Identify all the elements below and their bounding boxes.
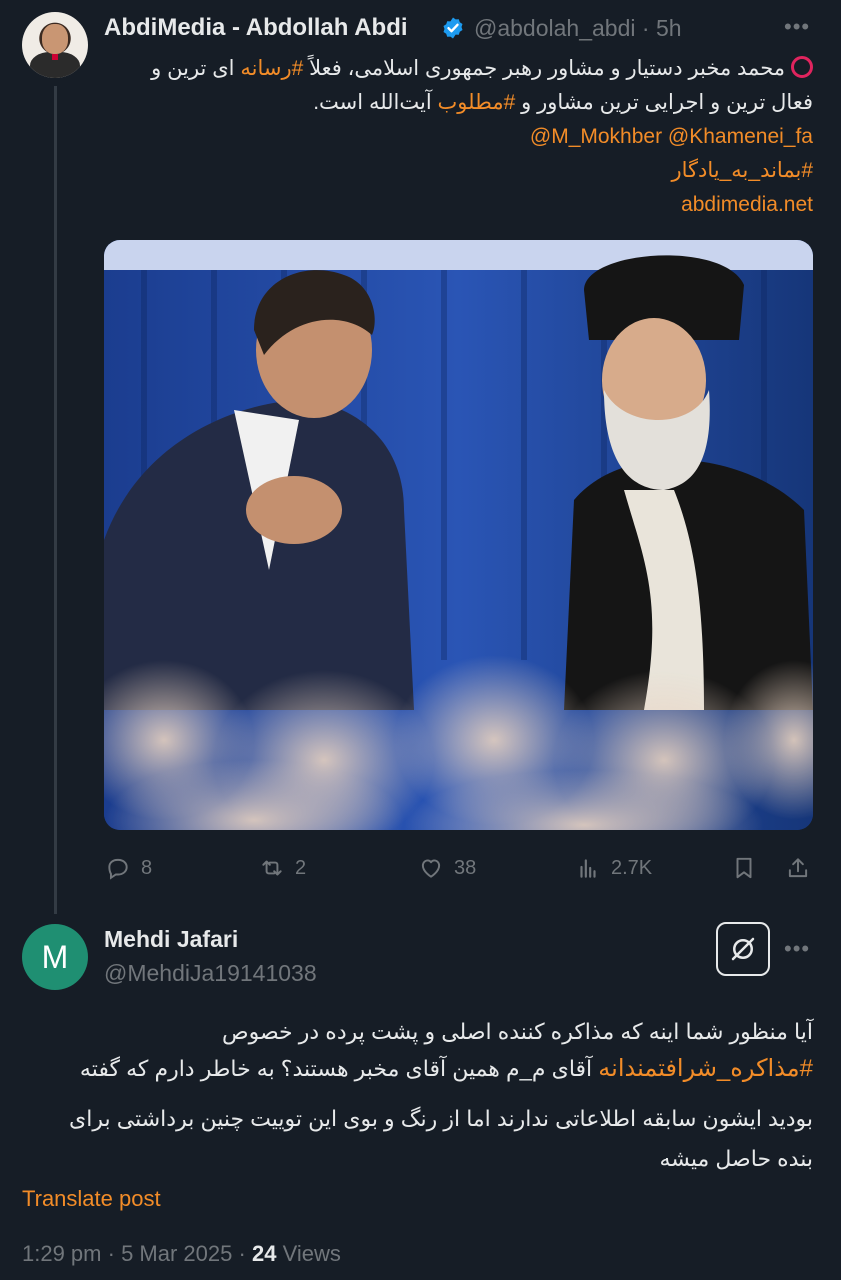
- thread-line: [54, 86, 57, 914]
- red-circle-emoji-icon: [791, 56, 813, 78]
- separator-dot: ·: [107, 1241, 122, 1266]
- views-label: Views: [282, 1241, 341, 1266]
- hashtag-link-mozakere[interactable]: #مذاکره_شرافتمندانه: [598, 1055, 813, 1082]
- author-handle-time[interactable]: @abdolah_abdi · 5h: [474, 15, 682, 42]
- reply-text-line-3: بودید ایشون سابقه اطلاعاتی ندارند اما از…: [69, 1106, 813, 1131]
- tweet-text-line-1: محمد مخبر دستیار و مشاور رهبر جمهوری اسل…: [93, 54, 813, 83]
- verified-badge-icon: [443, 17, 463, 39]
- text-span: آیت‌الله است.: [313, 91, 438, 114]
- retweet-icon: [262, 860, 282, 876]
- post-time[interactable]: 5h: [656, 15, 682, 41]
- reply-author-avatar[interactable]: M: [22, 924, 88, 990]
- grok-button[interactable]: [716, 922, 770, 976]
- reply-text-line-2: #مذاکره_شرافتمندانه آقای م_م همین آقای م…: [23, 1050, 813, 1087]
- share-button[interactable]: [785, 855, 811, 881]
- reply-button[interactable]: 8: [105, 855, 152, 881]
- bookmark-button[interactable]: [731, 855, 757, 881]
- separator-dot: ·: [238, 1241, 252, 1266]
- tweet-text-line-2: فعال ترین و اجرایی ترین مشاور و #مطلوب آ…: [93, 88, 813, 117]
- website-link[interactable]: abdimedia.net: [93, 190, 813, 219]
- separator-dot: ·: [641, 15, 650, 41]
- hashtag-link-resaneh[interactable]: #رسانه: [240, 57, 303, 80]
- author-handle[interactable]: @abdolah_abdi: [474, 15, 635, 41]
- bookmark-icon: [736, 857, 752, 879]
- views-count: 24: [251, 1241, 277, 1266]
- photo-illustration: [104, 240, 813, 830]
- author-name[interactable]: AbdiMedia - Abdollah Abdi: [104, 14, 408, 42]
- retweet-count: 2: [295, 856, 307, 879]
- reply-author-handle[interactable]: @MehdiJa19141038: [104, 960, 317, 987]
- like-count: 38: [454, 856, 477, 879]
- reply-icon: [108, 858, 128, 880]
- tweet-photo[interactable]: [104, 240, 813, 830]
- share-icon: [788, 858, 808, 878]
- text-span: آقای م_م همین آقای مخبر هستند؟ به خاطر د…: [79, 1056, 599, 1081]
- more-options-icon[interactable]: •••: [784, 14, 810, 40]
- hashtag-link-yadegar[interactable]: #بماند_به_یادگار: [93, 156, 813, 185]
- post-time[interactable]: 1:29 pm: [22, 1241, 102, 1266]
- mention-links[interactable]: @M_Mokhber @Khamenei_fa: [93, 122, 813, 151]
- like-button[interactable]: 38: [418, 855, 476, 881]
- avatar-face: [42, 24, 68, 54]
- retweet-button[interactable]: 2: [259, 855, 306, 881]
- translate-post-link[interactable]: Translate post: [22, 1186, 161, 1212]
- author-avatar[interactable]: [22, 12, 88, 78]
- reply-author-name[interactable]: Mehdi Jafari: [104, 926, 238, 953]
- post-date[interactable]: 5 Mar 2025: [121, 1241, 232, 1266]
- bar-chart-icon: [580, 859, 596, 878]
- views-button[interactable]: 2.7K: [575, 855, 652, 881]
- reply-more-options-icon[interactable]: •••: [784, 936, 810, 962]
- hashtag-link-matloub[interactable]: #مطلوب: [438, 91, 516, 114]
- reply-text-line-1: آیا منظور شما اینه که مذاکره کننده اصلی …: [222, 1019, 813, 1044]
- text-span: محمد مخبر دستیار و مشاور رهبر جمهوری اسل…: [303, 57, 785, 80]
- avatar-bowtie: [52, 54, 58, 60]
- text-span: ای ترین و: [151, 57, 241, 80]
- view-count: 2.7K: [611, 856, 653, 879]
- text-span: فعال ترین و اجرایی ترین مشاور و: [515, 91, 813, 114]
- reply-count: 8: [141, 856, 153, 879]
- heart-icon: [421, 859, 441, 878]
- post-meta: 1:29 pm · 5 Mar 2025 · 24 Views: [22, 1241, 341, 1267]
- grok-icon: [731, 937, 755, 961]
- reply-text-line-4: بنده حاصل میشه: [659, 1146, 813, 1171]
